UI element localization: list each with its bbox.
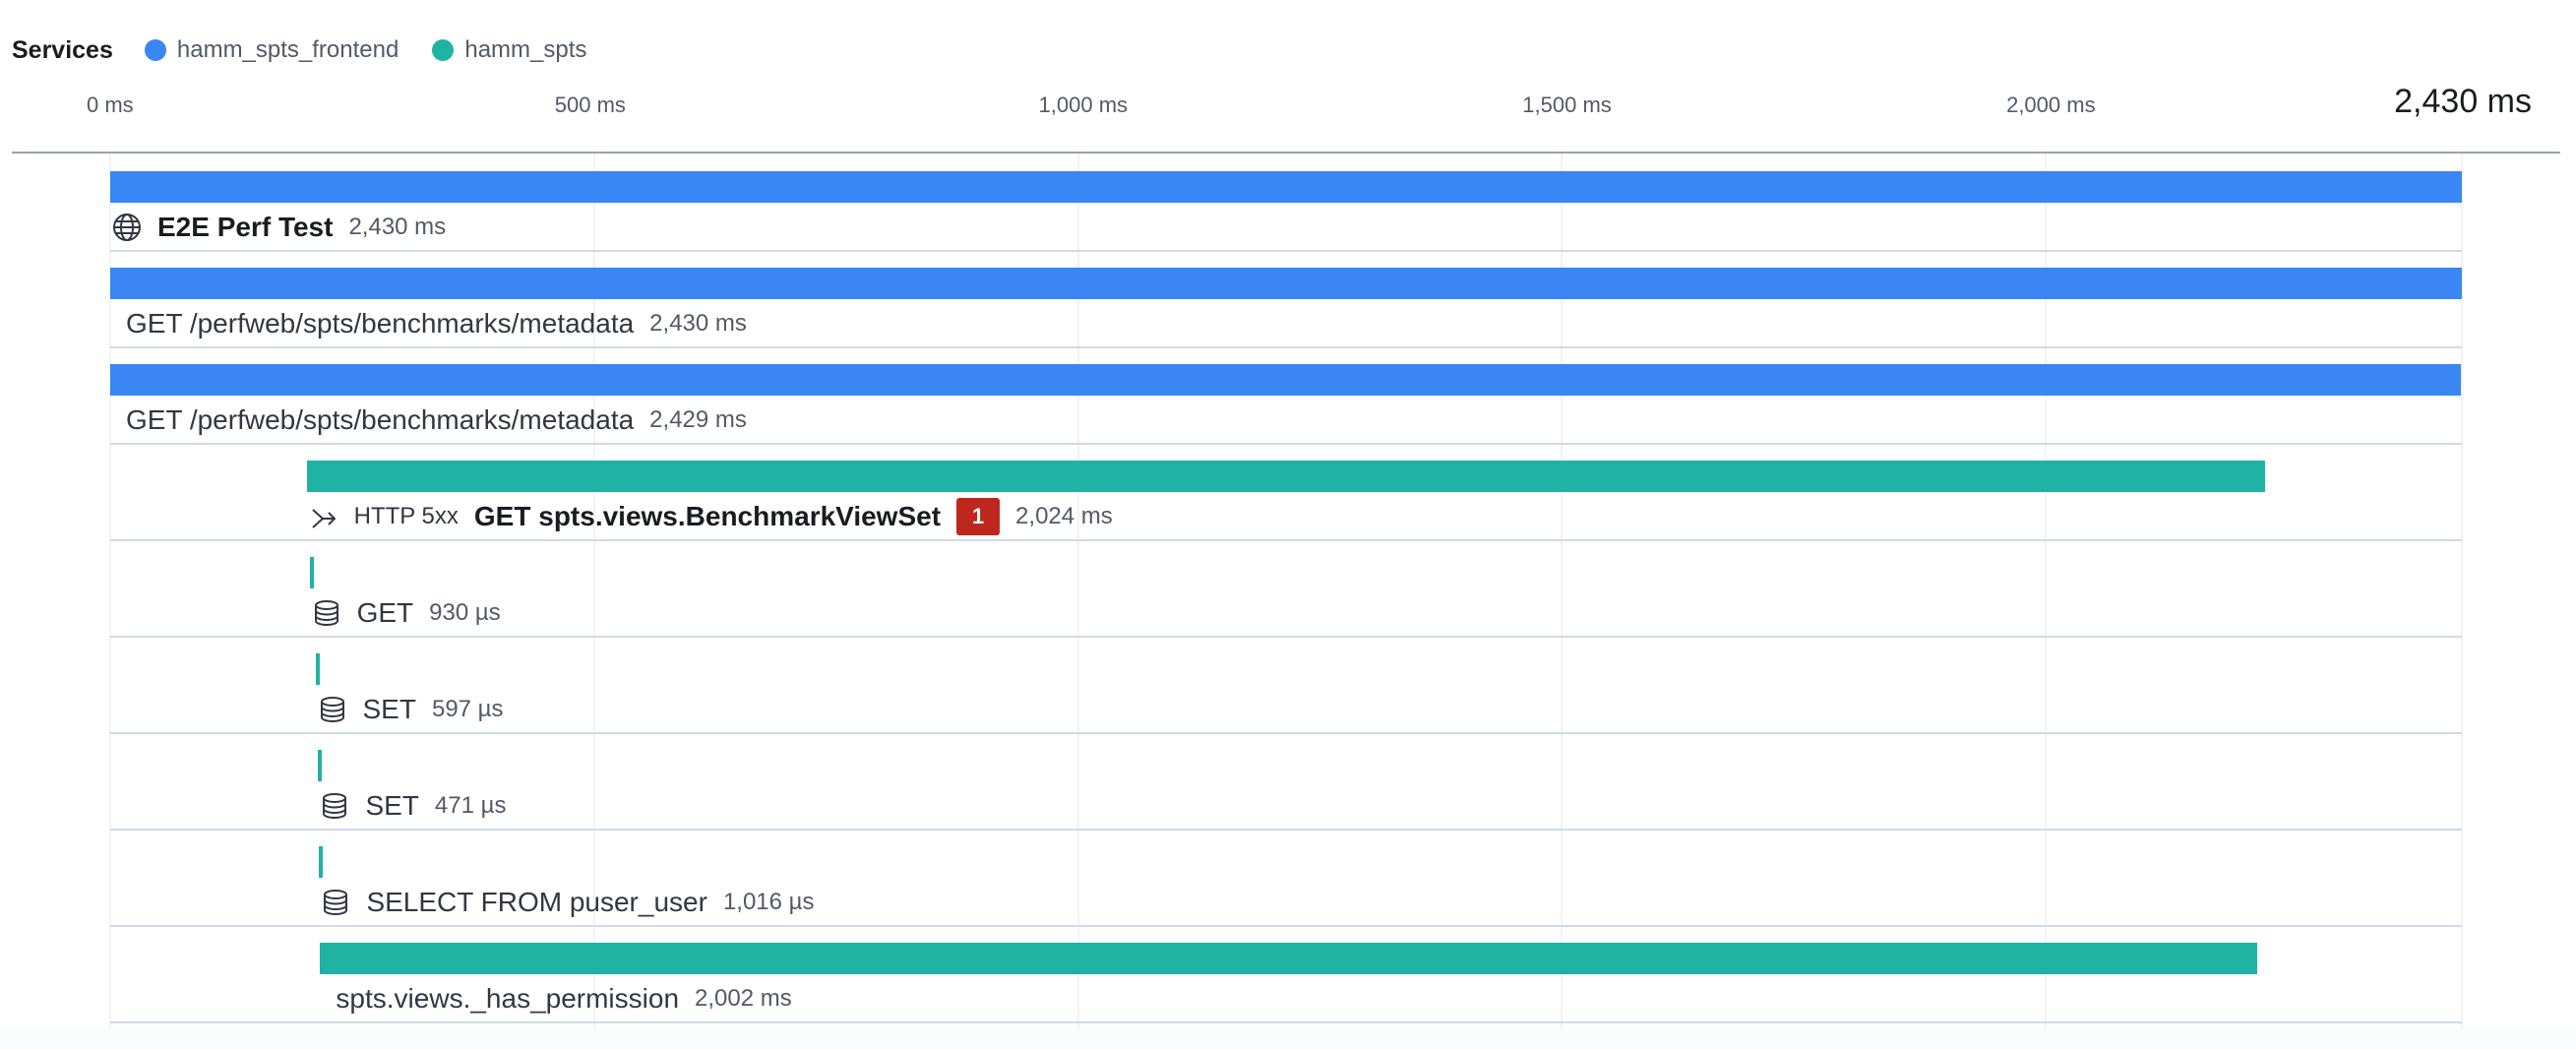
globe-icon — [112, 213, 142, 242]
span-duration: 1,016 µs — [722, 889, 815, 915]
span-duration: 471 µs — [434, 792, 507, 819]
span-duration: 2,024 ms — [1015, 503, 1113, 529]
span-bar[interactable] — [315, 653, 320, 685]
span-duration: 2,429 ms — [649, 406, 747, 433]
database-icon — [312, 598, 341, 628]
span-row[interactable]: GET /perfweb/spts/benchmarks/metadata 2,4… — [110, 250, 2462, 348]
database-icon — [318, 695, 347, 724]
total-duration: 2,430 ms — [2394, 83, 2532, 120]
service-color-dot — [144, 39, 166, 61]
axis-tick: 1,000 ms — [1038, 93, 1129, 117]
span-label: GET /perfweb/spts/benchmarks/metadata 2,4… — [126, 401, 747, 439]
legend-item-hamm-spts-frontend[interactable]: hamm_spts_frontend — [144, 36, 399, 64]
service-color-dot — [432, 39, 455, 61]
span-label: GET /perfweb/spts/benchmarks/metadata 2,4… — [126, 305, 747, 342]
span-duration: 930 µs — [429, 599, 501, 626]
axis-tick: 0 ms — [87, 93, 134, 117]
database-icon — [321, 888, 350, 917]
span-duration: 2,430 ms — [649, 310, 747, 337]
span-name[interactable]: SET — [365, 790, 418, 822]
span-bar[interactable] — [320, 943, 2258, 974]
span-row[interactable]: SELECT FROM puser_user 1,016 µs — [110, 829, 2462, 927]
span-bar[interactable] — [110, 268, 2462, 299]
bottom-divider — [0, 1029, 2576, 1049]
span-name[interactable]: spts.views._has_permission — [336, 983, 679, 1015]
axis-tick: 500 ms — [554, 93, 626, 117]
span-row[interactable]: HTTP 5xx GET spts.views.BenchmarkViewSet 1… — [110, 443, 2462, 541]
waterfall-spans: E2E Perf Test 2,430 ms GET /perfweb/spts/b… — [0, 154, 2576, 1029]
span-bar[interactable] — [306, 461, 2266, 492]
merge-arrow-icon — [309, 502, 338, 531]
span-label: spts.views._has_permission 2,002 ms — [336, 980, 791, 1018]
legend-item-hamm-spts[interactable]: hamm_spts — [432, 36, 586, 64]
span-bar[interactable] — [110, 364, 2462, 396]
services-legend: Services hamm_spts_frontend hamm_spts — [12, 33, 620, 67]
span-label: E2E Perf Test 2,430 ms — [112, 209, 446, 246]
span-name[interactable]: GET /perfweb/spts/benchmarks/metadata — [126, 404, 634, 436]
legend-title: Services — [12, 35, 113, 64]
span-label: SELECT FROM puser_user 1,016 µs — [321, 884, 815, 921]
span-duration: 2,430 ms — [348, 214, 447, 240]
span-row[interactable]: SET 597 µs — [110, 636, 2462, 734]
span-bar[interactable] — [318, 750, 323, 781]
span-duration: 2,002 ms — [695, 985, 792, 1012]
error-count-badge[interactable]: 1 — [956, 498, 1001, 535]
span-row[interactable]: spts.views._has_permission 2,002 ms — [110, 925, 2462, 1023]
span-row[interactable]: E2E Perf Test 2,430 ms — [110, 154, 2462, 252]
span-name[interactable]: GET spts.views.BenchmarkViewSet — [474, 501, 941, 532]
span-name[interactable]: E2E Perf Test — [157, 212, 333, 243]
span-label: SET 597 µs — [318, 691, 504, 728]
span-bar[interactable] — [319, 846, 324, 878]
span-label: HTTP 5xx GET spts.views.BenchmarkViewSet 1… — [309, 498, 1113, 535]
span-row[interactable]: GET /perfweb/spts/benchmarks/metadata 2,4… — [110, 346, 2462, 445]
axis-tick: 1,500 ms — [1522, 93, 1612, 117]
span-name[interactable]: GET — [357, 597, 414, 629]
span-name[interactable]: GET /perfweb/spts/benchmarks/metadata — [126, 308, 634, 339]
legend-label: hamm_spts — [464, 36, 587, 63]
span-row[interactable]: SET 471 µs — [110, 732, 2462, 831]
span-bar[interactable] — [309, 557, 314, 588]
timeline-axis: 0 ms 500 ms 1,000 ms 1,500 ms 2,000 ms 2… — [0, 83, 2576, 154]
span-row[interactable]: GET 930 µs — [110, 539, 2462, 638]
span-status-prefix: HTTP 5xx — [353, 503, 459, 529]
span-duration: 597 µs — [431, 696, 504, 722]
legend-label: hamm_spts_frontend — [176, 36, 399, 63]
span-bar[interactable] — [110, 171, 2462, 203]
database-icon — [320, 791, 349, 821]
span-name[interactable]: SELECT FROM puser_user — [366, 887, 707, 918]
span-label: SET 471 µs — [320, 787, 506, 825]
axis-tick: 2,000 ms — [2006, 93, 2096, 117]
span-name[interactable]: SET — [363, 694, 416, 725]
span-label: GET 930 µs — [312, 594, 501, 632]
